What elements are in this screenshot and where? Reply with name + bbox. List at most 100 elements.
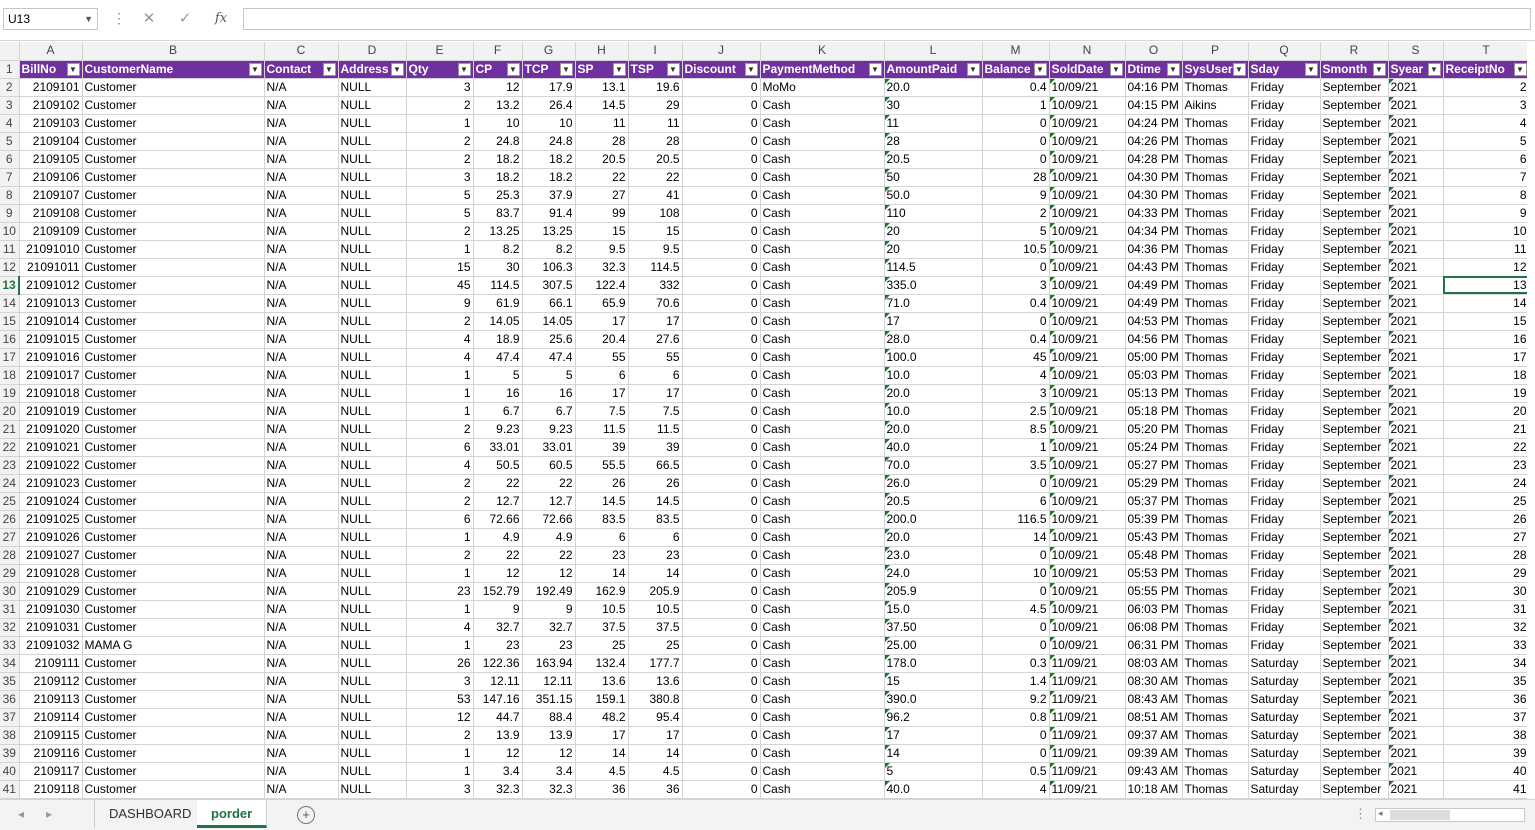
cell-s[interactable]: 2021 [1388,672,1444,691]
cell-h[interactable]: 48.2 [575,708,629,727]
cell-j[interactable]: 0 [682,402,761,421]
cell-n[interactable]: 10/09/21 [1049,474,1126,493]
cell-t[interactable]: 35 [1443,672,1527,691]
cell-b[interactable]: Customer [82,294,265,313]
cell-h[interactable]: 14 [575,564,629,583]
header-cell-tcp[interactable]: TCP ▼ [522,60,576,79]
cell-f[interactable]: 12 [473,744,523,763]
cell-a[interactable]: 21091026 [19,528,83,547]
cell-b[interactable]: Customer [82,474,265,493]
cell-l[interactable]: 178.0 [884,654,983,673]
header-cell-billno[interactable]: BillNo ▼ [19,60,83,79]
cell-c[interactable]: N/A [264,114,339,133]
cell-q[interactable]: Friday [1248,348,1321,367]
row-number[interactable]: 18 [0,366,20,385]
cell-e[interactable]: 15 [406,258,474,277]
row-number[interactable]: 28 [0,546,20,565]
cell-m[interactable]: 4.5 [982,600,1050,619]
cell-e[interactable]: 2 [406,96,474,115]
cell-t[interactable]: 2 [1443,78,1527,97]
cell-h[interactable]: 25 [575,636,629,655]
cell-g[interactable]: 9 [522,600,576,619]
cell-h[interactable]: 36 [575,780,629,799]
cell-a[interactable]: 21091025 [19,510,83,529]
cell-d[interactable]: NULL [338,384,407,403]
cell-d[interactable]: NULL [338,204,407,223]
column-letter-h[interactable]: H [575,42,629,61]
cell-c[interactable]: N/A [264,600,339,619]
cell-a[interactable]: 21091021 [19,438,83,457]
cell-p[interactable]: Thomas [1182,636,1249,655]
cell-i[interactable]: 26 [628,474,683,493]
cell-b[interactable]: Customer [82,276,265,295]
cell-a[interactable]: 21091013 [19,294,83,313]
cell-g[interactable]: 91.4 [522,204,576,223]
cell-t[interactable]: 8 [1443,186,1527,205]
cell-b[interactable]: Customer [82,150,265,169]
cell-p[interactable]: Thomas [1182,654,1249,673]
cell-g[interactable]: 12.11 [522,672,576,691]
cell-h[interactable]: 65.9 [575,294,629,313]
cell-g[interactable]: 307.5 [522,276,576,295]
cell-d[interactable]: NULL [338,96,407,115]
cell-l[interactable]: 50.0 [884,186,983,205]
cell-h[interactable]: 55 [575,348,629,367]
cell-f[interactable]: 5 [473,366,523,385]
cell-n[interactable]: 10/09/21 [1049,420,1126,439]
cell-m[interactable]: 9.2 [982,690,1050,709]
cell-c[interactable]: N/A [264,618,339,637]
cell-h[interactable]: 28 [575,132,629,151]
cell-i[interactable]: 14.5 [628,492,683,511]
cell-e[interactable]: 23 [406,582,474,601]
cell-n[interactable]: 10/09/21 [1049,240,1126,259]
cell-e[interactable]: 1 [406,384,474,403]
cell-p[interactable]: Thomas [1182,726,1249,745]
cell-j[interactable]: 0 [682,618,761,637]
cell-k[interactable]: Cash [760,204,885,223]
cell-s[interactable]: 2021 [1388,330,1444,349]
cell-s[interactable]: 2021 [1388,438,1444,457]
cell-o[interactable]: 05:37 PM [1125,492,1183,511]
cell-n[interactable]: 10/09/21 [1049,294,1126,313]
cell-t[interactable]: 9 [1443,204,1527,223]
cell-b[interactable]: Customer [82,600,265,619]
cell-g[interactable]: 33.01 [522,438,576,457]
cell-k[interactable]: Cash [760,402,885,421]
column-letter-p[interactable]: P [1182,42,1249,61]
row-number[interactable]: 20 [0,402,20,421]
row-number[interactable]: 17 [0,348,20,367]
cell-f[interactable]: 114.5 [473,276,523,295]
cell-c[interactable]: N/A [264,582,339,601]
cell-h[interactable]: 14 [575,744,629,763]
cell-n[interactable]: 10/09/21 [1049,276,1126,295]
cell-j[interactable]: 0 [682,96,761,115]
cell-i[interactable]: 23 [628,546,683,565]
cell-p[interactable]: Thomas [1182,222,1249,241]
cell-h[interactable]: 13.6 [575,672,629,691]
cell-g[interactable]: 18.2 [522,150,576,169]
cell-q[interactable]: Friday [1248,366,1321,385]
cell-q[interactable]: Saturday [1248,780,1321,799]
filter-dropdown-icon[interactable]: ▼ [868,62,882,76]
cell-e[interactable]: 1 [406,600,474,619]
cell-a[interactable]: 21091029 [19,582,83,601]
cell-o[interactable]: 05:20 PM [1125,420,1183,439]
cell-l[interactable]: 5 [884,762,983,781]
cell-f[interactable]: 10 [473,114,523,133]
cell-i[interactable]: 17 [628,726,683,745]
cell-c[interactable]: N/A [264,186,339,205]
cell-m[interactable]: 0 [982,474,1050,493]
cell-k[interactable]: Cash [760,150,885,169]
filter-dropdown-icon[interactable]: ▼ [66,62,80,76]
cell-e[interactable]: 1 [406,402,474,421]
scroll-right-icon[interactable]: ▸ [46,807,52,821]
tab-porder[interactable]: porder [197,800,268,828]
cell-g[interactable]: 12.7 [522,492,576,511]
cell-b[interactable]: Customer [82,186,265,205]
cell-j[interactable]: 0 [682,222,761,241]
cell-r[interactable]: September [1320,438,1389,457]
cell-j[interactable]: 0 [682,114,761,133]
cell-f[interactable]: 12 [473,78,523,97]
cell-e[interactable]: 12 [406,708,474,727]
cell-k[interactable]: Cash [760,222,885,241]
